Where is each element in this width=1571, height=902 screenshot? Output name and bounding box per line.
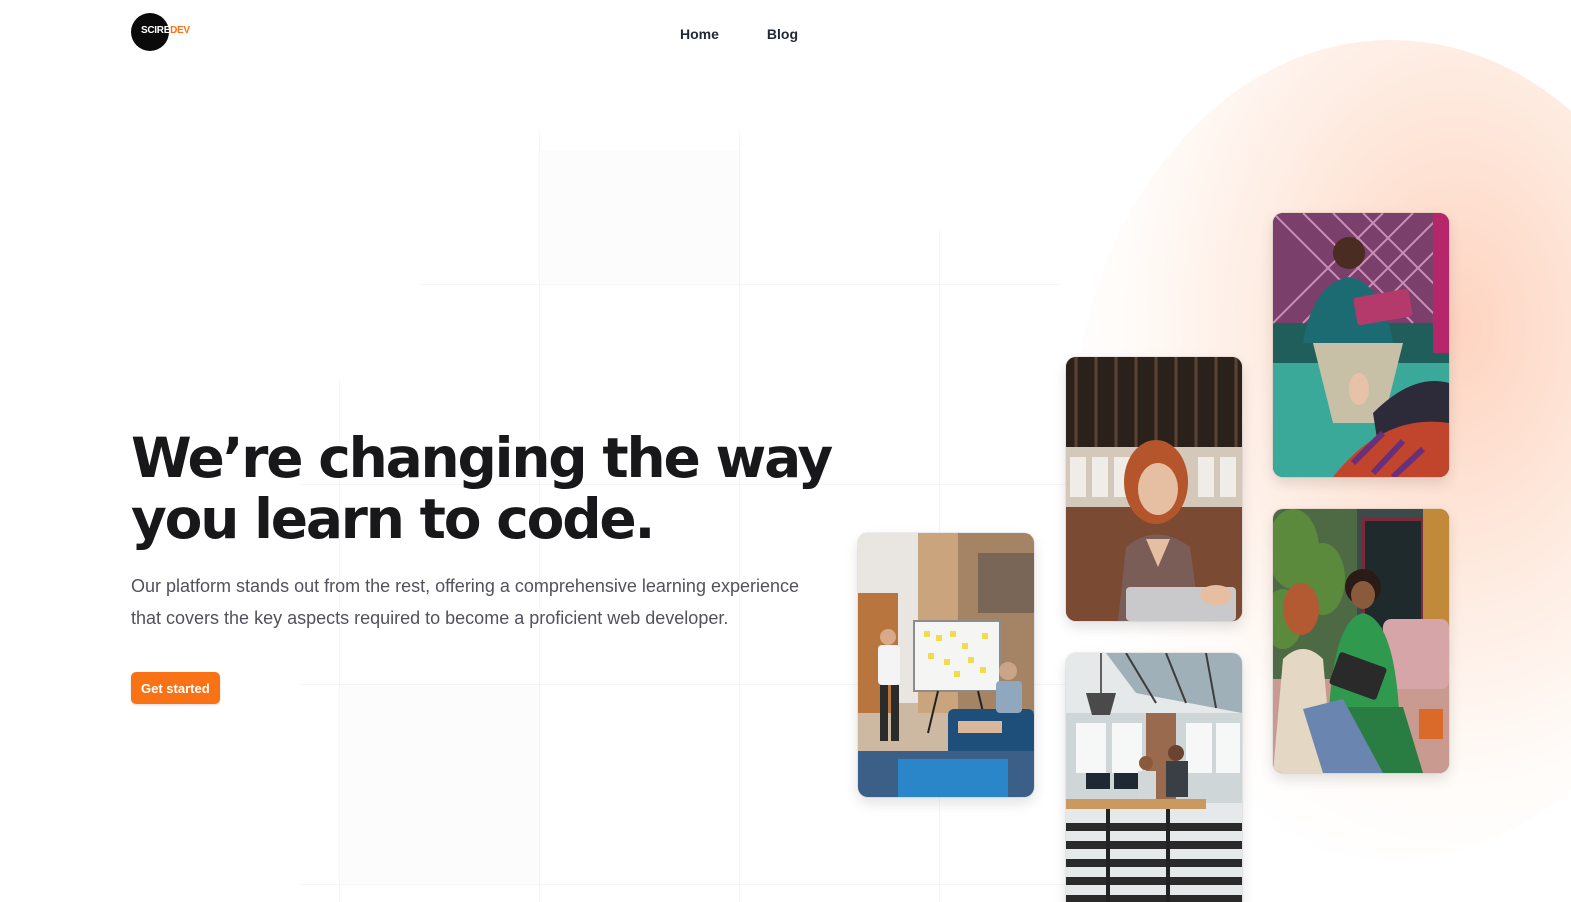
photo-women-laughing [1272, 508, 1450, 774]
hero-title: We’re changing the way you learn to code… [131, 426, 833, 551]
photo-man-tablet [1272, 212, 1450, 478]
main-nav: Home Blog [680, 24, 798, 44]
hero-subtitle: Our platform stands out from the rest, o… [131, 576, 800, 628]
photo-open-office [1065, 652, 1243, 902]
page: SCIREDEV Home Blog We’re changing the wa… [0, 0, 1571, 902]
nav-link-blog[interactable]: Blog [767, 24, 798, 44]
nav-link-home[interactable]: Home [680, 24, 719, 44]
photo-whiteboard-meeting [857, 532, 1035, 798]
logo[interactable]: SCIREDEV [131, 13, 190, 51]
photo-woman-laptop [1065, 356, 1243, 622]
logo-text: SCIREDEV [141, 25, 190, 36]
logo-suffix: DEV [170, 25, 190, 36]
logo-prefix: SCIRE [141, 25, 171, 36]
get-started-button[interactable]: Get started [131, 672, 220, 704]
